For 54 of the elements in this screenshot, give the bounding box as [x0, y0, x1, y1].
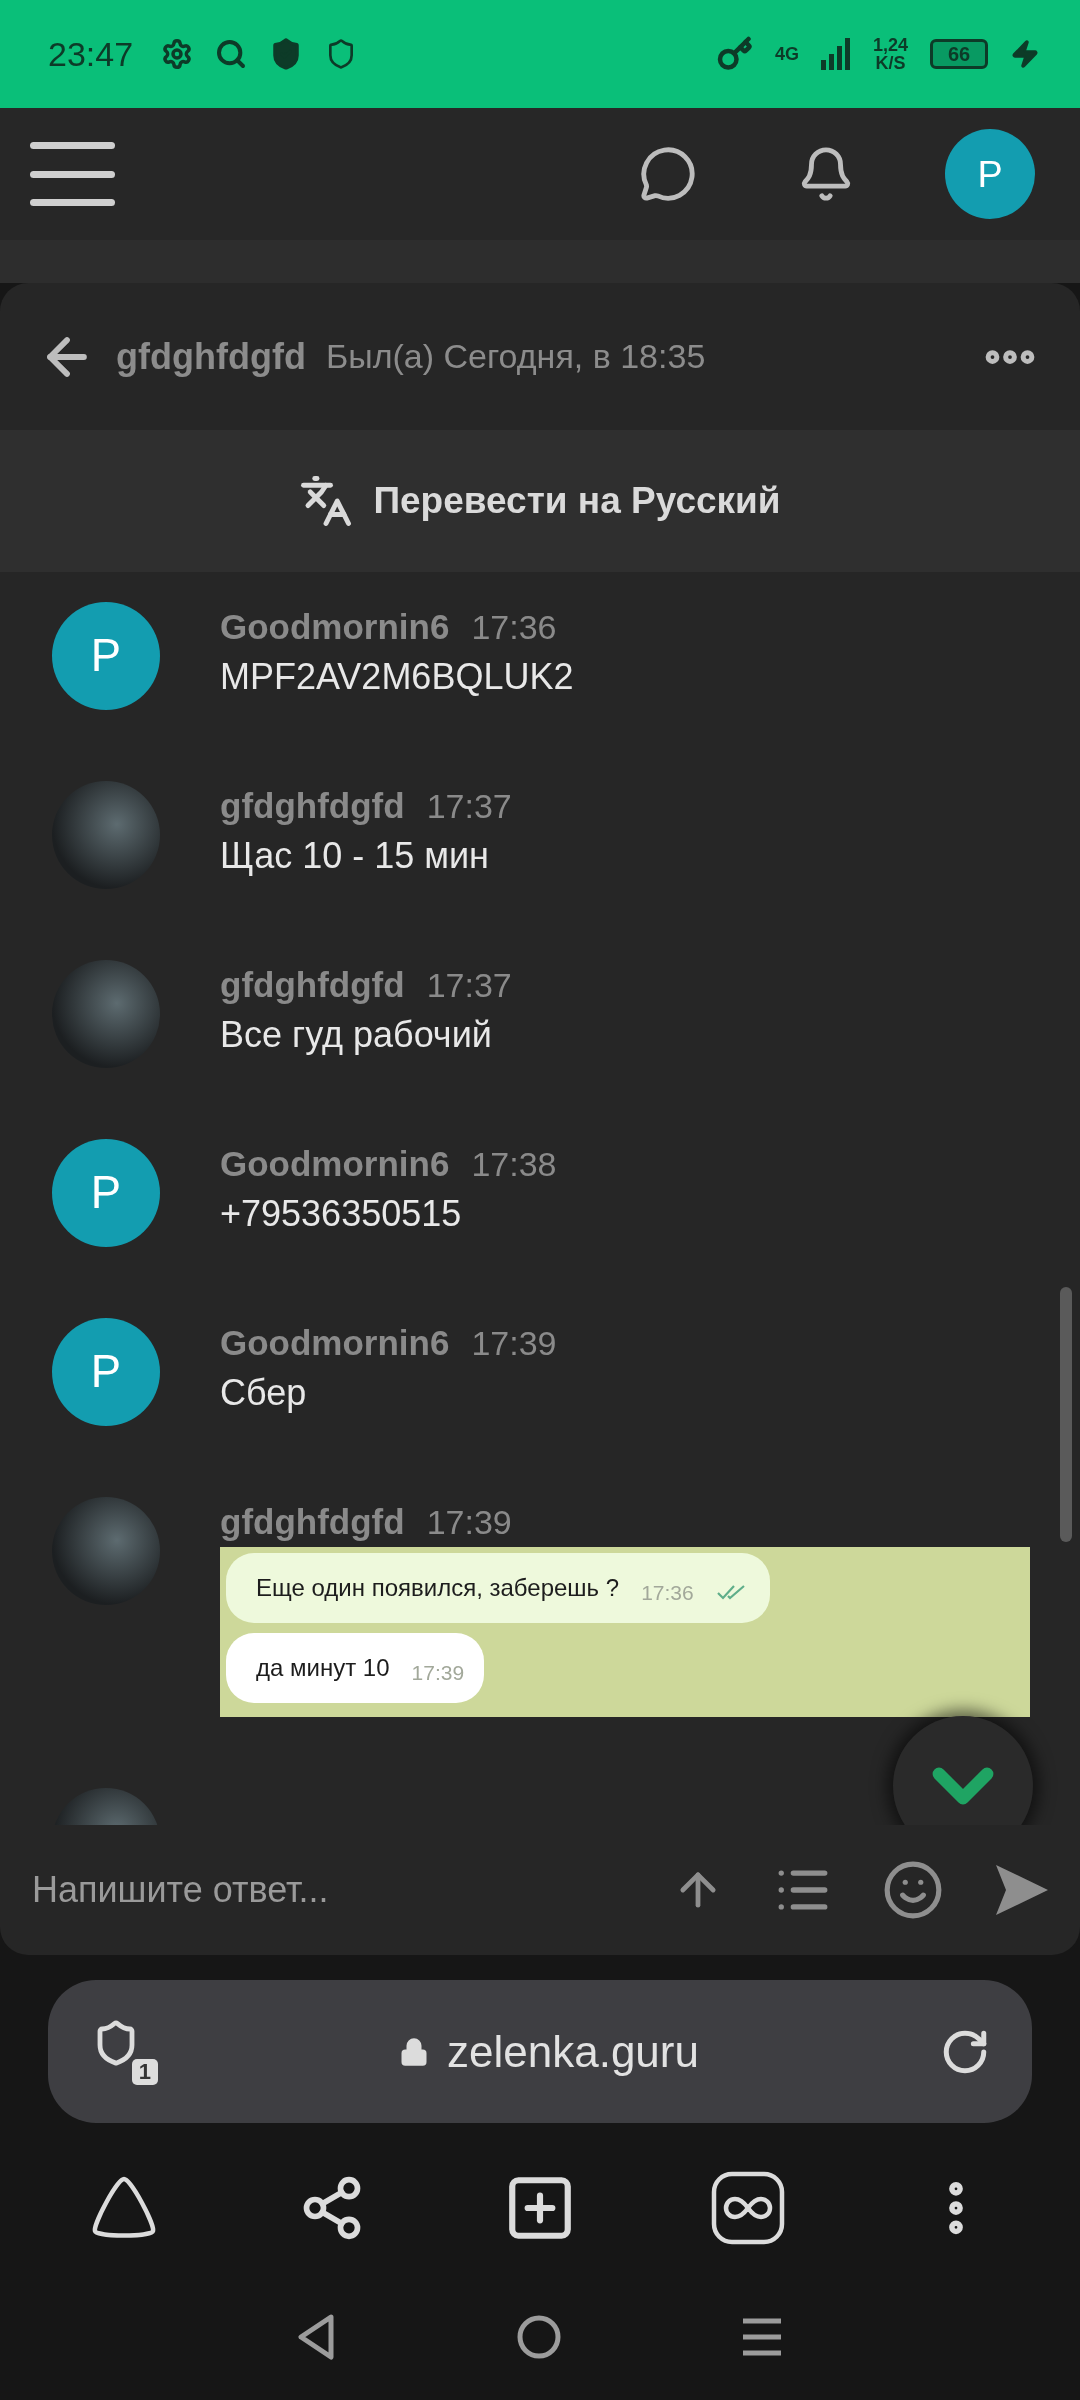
- message-author[interactable]: Goodmornin6: [220, 1323, 450, 1363]
- scrollbar[interactable]: [1060, 1287, 1072, 1542]
- message-time: 17:37: [426, 965, 512, 1005]
- smiley-icon[interactable]: [882, 1859, 944, 1921]
- bubble-time: 17:39: [411, 1661, 465, 1685]
- speed-unit: K/S: [875, 54, 906, 72]
- message-text: Сбер: [220, 1371, 308, 1415]
- send-icon[interactable]: [994, 1863, 1050, 1917]
- message-text: Щас 10 - 15 мин: [220, 834, 490, 878]
- menu-icon[interactable]: [30, 139, 115, 209]
- signal-icon: [820, 38, 851, 70]
- bubble-text: Еще один появился, заберешь ?: [256, 1574, 620, 1602]
- infinity-square-icon[interactable]: [711, 2171, 785, 2245]
- lock-icon: [399, 2036, 429, 2067]
- chat-bubble-icon[interactable]: [639, 145, 697, 203]
- url-text[interactable]: zelenka.guru: [447, 2026, 699, 2077]
- back-triangle-icon[interactable]: [297, 2313, 337, 2360]
- user-avatar[interactable]: P: [945, 129, 1035, 219]
- reply-input[interactable]: Напишите ответ...: [30, 1868, 622, 1912]
- battery-level: 66: [947, 42, 971, 66]
- message-text: MPF2AV2M6BQLUK2: [220, 655, 574, 699]
- last-seen-text: Был(а) Сегодня, в 18:35: [325, 337, 706, 376]
- address-bar[interactable]: 1 zelenka.guru: [48, 1980, 1032, 2123]
- message-text: +79536350515: [220, 1192, 463, 1236]
- clock-time: 23:47: [48, 34, 134, 74]
- search-icon: [215, 38, 248, 70]
- data-speed: 1,24: [872, 36, 908, 54]
- message-author[interactable]: gfdghfdgfd: [220, 965, 405, 1005]
- translate-button[interactable]: Перевести на Русский: [0, 430, 1080, 572]
- tab-count: 1: [131, 2058, 158, 2085]
- message-text: Все гуд рабочий: [220, 1013, 493, 1057]
- bubble-text: да минут 10: [256, 1654, 390, 1682]
- user-avatar[interactable]: P: [52, 1139, 160, 1247]
- message-time: 17:39: [426, 1502, 512, 1542]
- recents-icon[interactable]: [741, 2316, 783, 2357]
- chat-screenshot[interactable]: Еще один появился, заберешь ? 17:36 да минут 10 17:39: [220, 1547, 1030, 1717]
- message-time: 17:39: [471, 1323, 557, 1363]
- contact-name[interactable]: gfdghfdgfd: [116, 335, 306, 378]
- message-author[interactable]: Goodmornin6: [220, 607, 450, 647]
- translate-icon: [299, 474, 354, 528]
- message-author[interactable]: gfdghfdgfd: [220, 786, 405, 826]
- message-time: 17:38: [471, 1144, 557, 1184]
- network-type: 4G: [774, 45, 799, 63]
- bolt-icon: [1010, 39, 1040, 69]
- gear-icon: [161, 38, 194, 70]
- message-time: 17:37: [426, 786, 512, 826]
- message-time: 17:36: [471, 607, 557, 647]
- user-avatar[interactable]: P: [52, 1318, 160, 1426]
- key-icon: [716, 36, 753, 72]
- user-avatar[interactable]: P: [52, 602, 160, 710]
- message-author[interactable]: gfdghfdgfd: [220, 1502, 405, 1542]
- bubble-time: 17:36: [641, 1581, 694, 1605]
- home-circle-icon[interactable]: [517, 2314, 561, 2359]
- message-author[interactable]: Goodmornin6: [220, 1144, 450, 1184]
